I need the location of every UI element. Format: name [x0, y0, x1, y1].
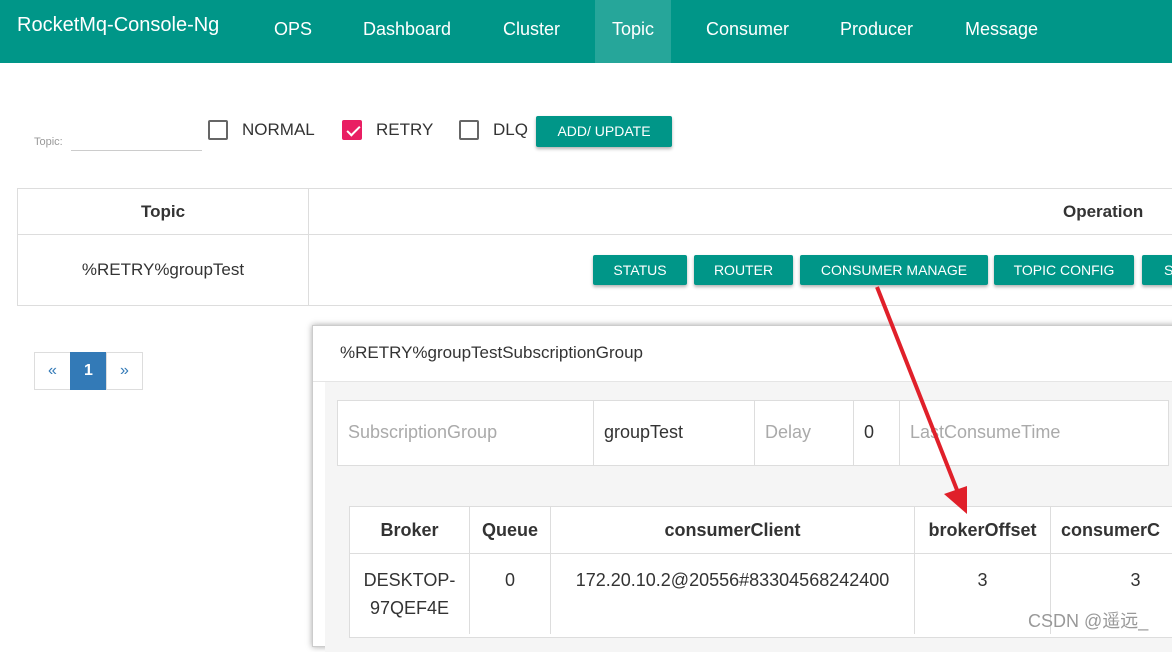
topic-filter-bar: Topic: NORMAL RETRY DLQ ADD/ UPDATE: [0, 110, 1172, 160]
operation-column-header: Operation: [1063, 202, 1144, 221]
retry-checkbox[interactable]: [342, 120, 362, 140]
broker-offset-column-header: brokerOffset: [915, 507, 1051, 554]
nav-cluster[interactable]: Cluster: [503, 0, 560, 63]
send-message-button[interactable]: S: [1142, 255, 1172, 285]
subscription-group-dialog: %RETRY%groupTestSubscriptionGroup Subscr…: [312, 325, 1172, 652]
last-consume-time-label: LastConsumeTime: [910, 422, 1061, 442]
normal-checkbox[interactable]: [208, 120, 228, 140]
status-button[interactable]: STATUS: [593, 255, 687, 285]
delay-value: 0: [854, 401, 900, 465]
dialog-header: %RETRY%groupTestSubscriptionGroup: [313, 326, 1172, 382]
topic-column-header: Topic: [140, 202, 186, 221]
dialog-title: %RETRY%groupTestSubscriptionGroup: [340, 343, 643, 362]
nav-message[interactable]: Message: [965, 0, 1038, 63]
consumer-manage-button[interactable]: CONSUMER MANAGE: [800, 255, 988, 285]
pagination-page-1[interactable]: 1: [70, 352, 107, 390]
dlq-checkbox[interactable]: [459, 120, 479, 140]
topic-cell: %RETRY%groupTest: [81, 260, 245, 279]
top-navbar: RocketMq-Console-Ng OPS Dashboard Cluste…: [0, 0, 1172, 63]
nav-consumer[interactable]: Consumer: [706, 0, 789, 63]
table-column-divider: [308, 189, 309, 305]
broker-cell: DESKTOP-97QEF4E: [350, 554, 470, 634]
app-brand[interactable]: RocketMq-Console-Ng: [17, 14, 219, 37]
router-button[interactable]: ROUTER: [694, 255, 793, 285]
nav-dashboard[interactable]: Dashboard: [363, 0, 451, 63]
nav-producer[interactable]: Producer: [840, 0, 913, 63]
topic-filter-label: Topic:: [34, 136, 63, 148]
dlq-checkbox-label[interactable]: DLQ: [493, 120, 528, 140]
queue-cell: 0: [470, 554, 551, 634]
normal-checkbox-label[interactable]: NORMAL: [242, 120, 315, 140]
consumer-client-cell: 172.20.10.2@20556#83304568242400: [551, 554, 915, 634]
topic-filter-input[interactable]: [71, 122, 202, 151]
subscription-group-value: groupTest: [594, 401, 755, 465]
queue-column-header: Queue: [470, 507, 551, 554]
consumer-client-column-header: consumerClient: [551, 507, 915, 554]
pagination-prev[interactable]: «: [34, 352, 71, 390]
csdn-watermark: CSDN @遥远_: [1028, 611, 1149, 631]
topic-config-button[interactable]: TOPIC CONFIG: [994, 255, 1134, 285]
broker-column-header: Broker: [350, 507, 470, 554]
subscription-info-table: SubscriptionGroup groupTest Delay 0 Last…: [337, 400, 1169, 466]
pagination-next[interactable]: »: [106, 352, 143, 390]
add-update-button[interactable]: ADD/ UPDATE: [536, 116, 672, 147]
delay-label: Delay: [755, 401, 854, 465]
retry-checkbox-label[interactable]: RETRY: [376, 120, 433, 140]
consumer-offset-column-header: consumerC: [1051, 507, 1172, 554]
subscription-group-label: SubscriptionGroup: [338, 401, 594, 465]
nav-topic[interactable]: Topic: [595, 0, 671, 63]
topic-table: Topic Operation %RETRY%groupTest STATUS …: [17, 188, 1172, 306]
nav-ops[interactable]: OPS: [274, 0, 312, 63]
pagination: « 1 »: [34, 352, 143, 390]
